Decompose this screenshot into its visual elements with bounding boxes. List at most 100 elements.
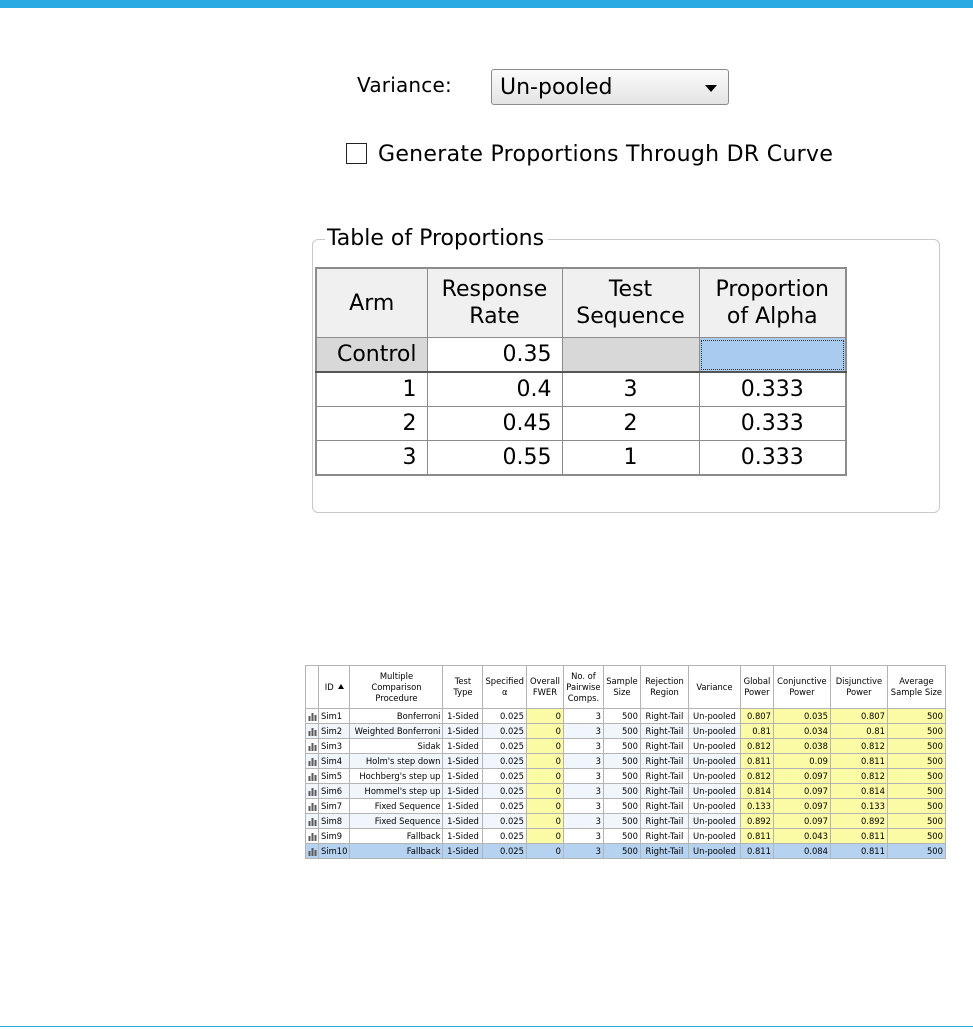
grid-cell: Right-Tail (639, 813, 689, 829)
proportions-group-title: Table of Proportions (325, 226, 549, 251)
column-header-label: Disjunctive Power (835, 676, 883, 697)
grid-header-row: ID Multiple Comparison Procedure Test Type … (305, 665, 946, 709)
grid-cell: Un-pooled (687, 783, 741, 799)
grid-cell: 500 (886, 753, 946, 769)
grid-cell: Fallback (349, 828, 444, 844)
response-rate-cell[interactable]: 0.45 (426, 406, 563, 441)
grid-cell: 500 (602, 813, 641, 829)
grid-cell: Sidak (349, 738, 444, 754)
column-header-procedure[interactable]: Multiple Comparison Procedure (349, 665, 444, 709)
response-rate-cell[interactable]: 0.35 (426, 337, 563, 373)
grid-cell: 500 (886, 738, 946, 754)
grid-cell: Holm's step down (349, 753, 444, 769)
chevron-down-icon[interactable] (705, 85, 717, 92)
bar-chart-icon (308, 743, 316, 751)
row-icon-cell[interactable] (305, 723, 319, 739)
grid-cell: Un-pooled (687, 723, 741, 739)
grid-cell: 0 (525, 813, 564, 829)
column-header-arm: Arm (315, 267, 428, 338)
table-row[interactable]: Sim1 Bonferroni 1-Sided 0.025 0 3 500 Right-Tai… (305, 708, 946, 724)
grid-cell: 1-Sided (442, 768, 484, 784)
grid-cell: 0.035 (772, 708, 831, 724)
column-header-proportion-of-alpha: Proportion of Alpha (698, 267, 847, 338)
grid-cell: 0.025 (482, 738, 527, 754)
grid-cell: 0.811 (829, 828, 888, 844)
bar-chart-icon (308, 833, 316, 841)
test-sequence-cell[interactable]: 2 (561, 406, 700, 441)
column-header-rejection-region[interactable]: Rejection Region (639, 665, 689, 709)
column-header-sample-size[interactable]: Sample Size (602, 665, 641, 709)
grid-cell: Fixed Sequence (349, 813, 444, 829)
row-icon-cell[interactable] (305, 813, 319, 829)
dr-curve-checkbox[interactable] (346, 143, 367, 164)
variance-dropdown[interactable]: Un-pooled (491, 69, 729, 105)
row-icon-cell[interactable] (305, 768, 319, 784)
column-header-pairwise-comps[interactable]: No. of Pairwise Comps. (562, 665, 604, 709)
grid-cell: Sim8 (317, 813, 351, 829)
response-rate-cell[interactable]: 0.55 (426, 440, 563, 476)
grid-cell: 3 (562, 843, 604, 859)
row-icon-cell[interactable] (305, 843, 319, 859)
grid-cell: 0.892 (739, 813, 774, 829)
column-header-disjunctive-power[interactable]: Disjunctive Power (829, 665, 888, 709)
grid-cell: 500 (886, 783, 946, 799)
grid-cell: 0 (525, 783, 564, 799)
table-row[interactable]: Sim4 Holm's step down 1-Sided 0.025 0 3 500 Rig… (305, 753, 946, 769)
grid-cell: 0.812 (829, 738, 888, 754)
column-header-overall-fwer[interactable]: Overall FWER (525, 665, 564, 709)
proportion-alpha-cell[interactable]: 0.333 (698, 406, 847, 441)
response-rate-cell[interactable]: 0.4 (426, 371, 563, 407)
proportion-alpha-cell[interactable]: 0.333 (698, 371, 847, 407)
grid-cell: Right-Tail (639, 723, 689, 739)
column-header-test-type[interactable]: Test Type (442, 665, 484, 709)
table-row[interactable]: Sim6 Hommel's step up 1-Sided 0.025 0 3 500 Rig… (305, 783, 946, 799)
grid-cell: 500 (886, 843, 946, 859)
row-icon-cell[interactable] (305, 798, 319, 814)
grid-cell: 500 (602, 723, 641, 739)
grid-cell: 0.025 (482, 723, 527, 739)
row-icon-cell[interactable] (305, 708, 319, 724)
column-header-variance[interactable]: Variance (687, 665, 741, 709)
grid-cell: Right-Tail (639, 798, 689, 814)
grid-cell: 0.892 (829, 813, 888, 829)
test-sequence-cell[interactable]: 1 (561, 440, 700, 476)
grid-cell: 0.81 (739, 723, 774, 739)
grid-cell: 1-Sided (442, 828, 484, 844)
grid-cell: 500 (886, 828, 946, 844)
grid-cell: Right-Tail (639, 708, 689, 724)
grid-cell: 0.811 (829, 753, 888, 769)
table-row[interactable]: Sim8 Fixed Sequence 1-Sided 0.025 0 3 500 Right… (305, 813, 946, 829)
table-row[interactable]: Sim10 Fallback 1-Sided 0.025 0 3 500 Right-Tail… (305, 843, 946, 859)
column-header-average-sample-size[interactable]: Average Sample Size (886, 665, 946, 709)
grid-cell: Right-Tail (639, 783, 689, 799)
grid-cell: 0.81 (829, 723, 888, 739)
grid-cell: 0 (525, 723, 564, 739)
grid-cell: Bonferroni (349, 708, 444, 724)
column-header-label: Test Type (453, 676, 473, 697)
row-icon-cell[interactable] (305, 828, 319, 844)
test-sequence-cell[interactable]: 3 (561, 371, 700, 407)
grid-cell: 0.025 (482, 843, 527, 859)
table-row[interactable]: Sim3 Sidak 1-Sided 0.025 0 3 500 Right-Tail Un-p… (305, 738, 946, 754)
table-row[interactable]: Sim9 Fallback 1-Sided 0.025 0 3 500 Right-Tail U… (305, 828, 946, 844)
row-icon-cell[interactable] (305, 783, 319, 799)
proportions-row: 3 0.55 1 0.333 (315, 440, 847, 476)
proportion-alpha-cell[interactable] (698, 337, 847, 373)
dr-curve-label[interactable]: Generate Proportions Through DR Curve (378, 142, 833, 167)
column-header-global-power[interactable]: Global Power (739, 665, 774, 709)
table-row[interactable]: Sim5 Hochberg's step up 1-Sided 0.025 0 3 500 R… (305, 768, 946, 784)
column-header-conjunctive-power[interactable]: Conjunctive Power (772, 665, 831, 709)
table-row[interactable]: Sim7 Fixed Sequence 1-Sided 0.025 0 3 500 Right… (305, 798, 946, 814)
row-icon-cell[interactable] (305, 738, 319, 754)
grid-cell: 1-Sided (442, 738, 484, 754)
grid-cell: 500 (602, 843, 641, 859)
row-icon-cell[interactable] (305, 753, 319, 769)
column-header-specified-alpha[interactable]: Specified α (482, 665, 527, 709)
proportion-alpha-cell[interactable]: 0.333 (698, 440, 847, 476)
grid-cell: 500 (602, 768, 641, 784)
column-header-id[interactable]: ID (317, 665, 351, 709)
grid-cell: 500 (886, 723, 946, 739)
sort-ascending-icon (337, 683, 344, 689)
arm-cell: 2 (315, 406, 428, 441)
table-row[interactable]: Sim2 Weighted Bonferroni 1-Sided 0.025 0 3 500… (305, 723, 946, 739)
